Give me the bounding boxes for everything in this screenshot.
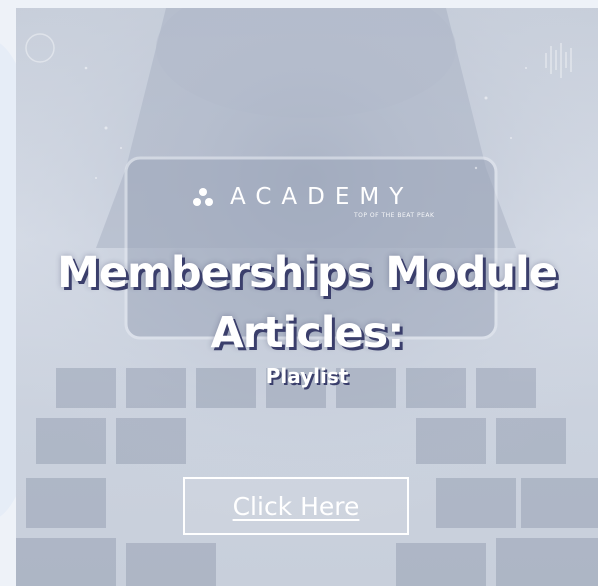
click-here-label: Click Here: [232, 491, 360, 521]
click-here-button[interactable]: Click Here: [183, 477, 409, 535]
banner-title-line-1: Memberships Module: [57, 248, 558, 298]
brand-name: ACADEMY: [230, 184, 414, 210]
banner-title-line-2: Articles:: [210, 308, 405, 358]
page: ACADEMY TOP OF THE BEAT PEAK Memberships…: [0, 0, 598, 586]
academy-logo-icon: [193, 188, 213, 206]
brand-lockup: ACADEMY: [192, 184, 413, 210]
playlist-banner: ACADEMY TOP OF THE BEAT PEAK Memberships…: [16, 8, 598, 586]
brand-tagline: TOP OF THE BEAT PEAK: [354, 212, 435, 219]
banner-subtitle: Playlist: [265, 364, 349, 388]
